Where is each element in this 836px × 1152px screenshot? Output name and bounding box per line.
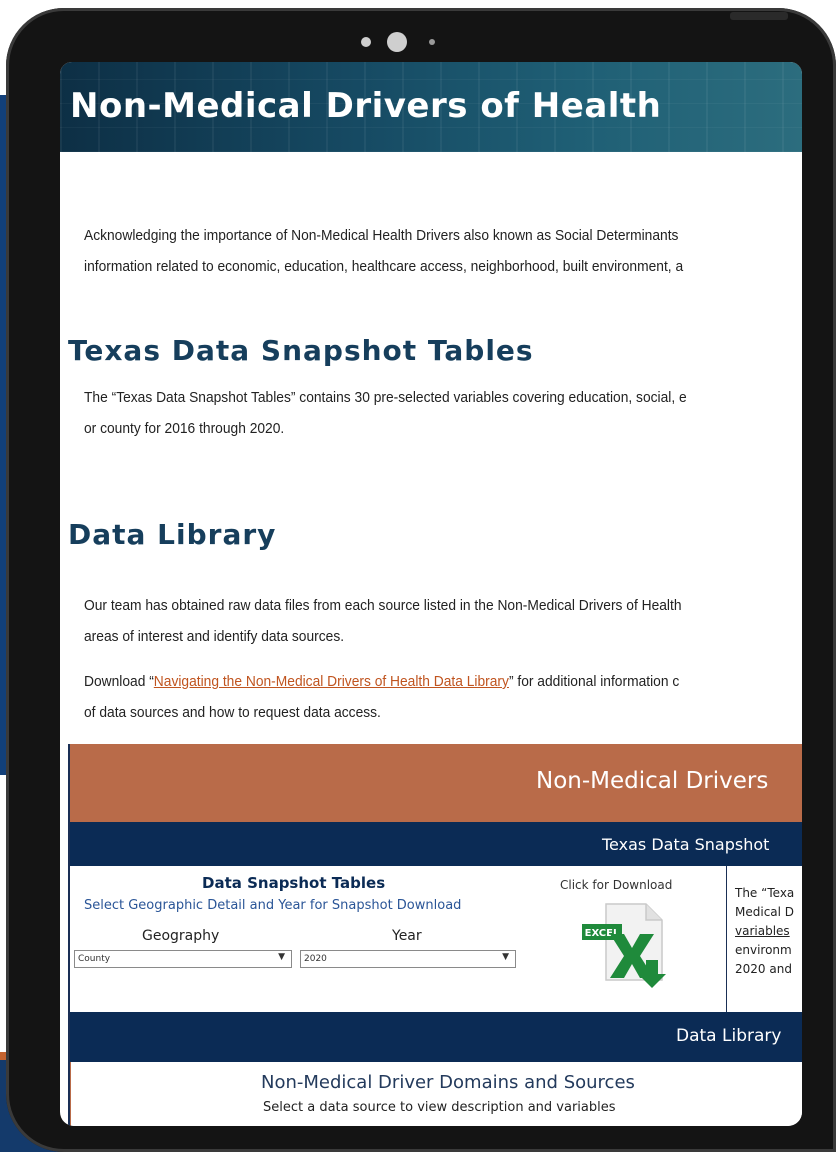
domains-subtitle: Select a data source to view description… [263,1100,616,1115]
page-header-banner: Non-Medical Drivers of Health [60,62,802,152]
description-line: environm [735,943,792,957]
library-heading: Data Library [68,518,277,551]
camera-lens-icon [387,32,407,52]
download-prefix: Download “ [84,673,154,690]
data-library-title: Data Library [676,1026,782,1046]
geography-value: County [78,954,111,964]
data-library-bar: Data Library [70,1012,802,1062]
dropdown-caret-icon: ▼ [278,952,285,962]
library-paragraph: Our team has obtained raw data files fro… [84,590,783,652]
dropdown-caret-icon: ▼ [502,952,509,962]
library-line: Our team has obtained raw data files fro… [84,597,682,614]
snapshot-description: The “Texa Medical D variables environm 2… [726,866,802,1012]
year-label: Year [392,928,422,944]
download-paragraph: Download “Navigating the Non-Medical Dri… [84,666,783,728]
download-suffix: ” for additional information c [508,673,680,690]
navigating-guide-link[interactable]: Navigating the Non-Medical Drivers of He… [154,673,509,690]
intro-line: Acknowledging the importance of Non-Medi… [84,227,679,244]
intro-paragraph: Acknowledging the importance of Non-Medi… [84,220,783,282]
snapshot-tables-subtitle: Select Geographic Detail and Year for Sn… [84,898,462,913]
tablet-screen: Non-Medical Drivers of Health Acknowledg… [60,62,802,1126]
geography-label: Geography [142,928,220,944]
description-line: Medical D [735,905,795,919]
domains-panel: Non-Medical Driver Domains and Sources S… [70,1062,802,1126]
embedded-dashboard: Non-Medical Drivers Texas Data Snapshot … [68,744,802,1126]
year-select[interactable]: 2020 ▼ [300,950,516,968]
dashboard-title: Non-Medical Drivers [536,768,769,794]
tablet-frame: Non-Medical Drivers of Health Acknowledg… [6,8,836,1152]
click-for-download-label: Click for Download [560,878,673,892]
camera-dot-icon [429,39,435,45]
domains-title: Non-Medical Driver Domains and Sources [261,1072,635,1093]
snapshot-line: or county for 2016 through 2020. [84,420,285,437]
geography-select[interactable]: County ▼ [74,950,292,968]
snapshot-section-bar: Texas Data Snapshot [70,822,802,866]
variables-link[interactable]: variables [735,922,802,941]
snapshot-line: The “Texas Data Snapshot Tables” contain… [84,389,687,406]
library-line: areas of interest and identify data sour… [84,628,345,645]
tablet-side-button [730,12,788,20]
snapshot-panel: Data Snapshot Tables Select Geographic D… [70,866,802,1012]
year-value: 2020 [304,954,327,964]
intro-line: information related to economic, educati… [84,258,684,275]
snapshot-heading: Texas Data Snapshot Tables [68,334,534,367]
download-line-2: of data sources and how to request data … [84,704,381,721]
description-line: The “Texa [735,886,795,900]
snapshot-paragraph: The “Texas Data Snapshot Tables” contain… [84,382,783,444]
excel-download-icon[interactable]: EXCEL [582,902,668,990]
snapshot-section-title: Texas Data Snapshot [602,835,770,854]
download-line: Download “Navigating the Non-Medical Dri… [84,666,783,697]
camera-sensor-icon [361,37,371,47]
dashboard-title-bar: Non-Medical Drivers [70,744,802,822]
description-line: 2020 and [735,962,792,976]
page-title: Non-Medical Drivers of Health [70,86,662,126]
snapshot-tables-title: Data Snapshot Tables [202,874,386,892]
